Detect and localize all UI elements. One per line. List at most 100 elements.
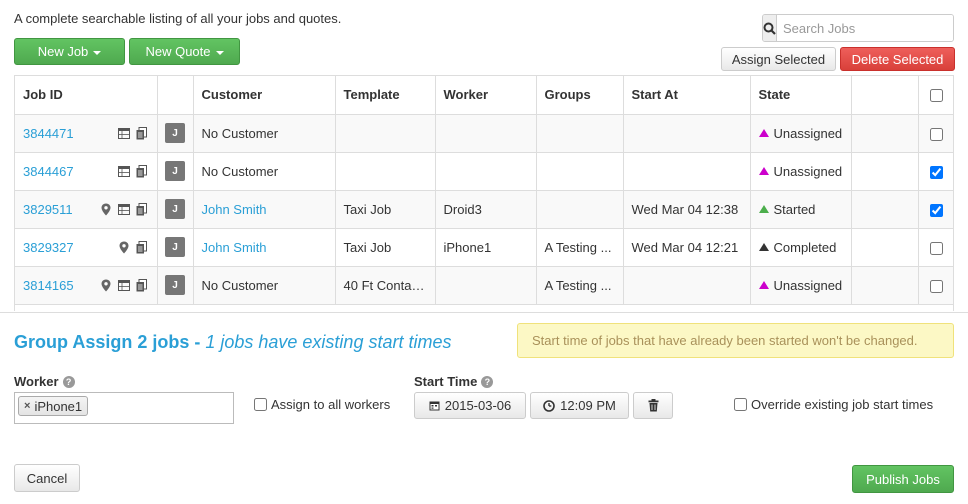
job-id-cell: 3814165 [15, 266, 158, 305]
header-job-id[interactable]: Job ID [15, 76, 158, 115]
jobs-table: Job ID Customer Template Worker Groups S… [14, 75, 954, 311]
remove-tag-icon[interactable]: × [24, 400, 30, 412]
state-triangle-icon [758, 242, 769, 251]
job-id-cell: 3829511 [15, 190, 158, 229]
calendar-icon[interactable] [117, 202, 131, 216]
search-box [762, 14, 954, 42]
customer-cell[interactable]: John Smith [193, 228, 336, 267]
group-assign-title: Group Assign 2 jobs - 1 jobs have existi… [14, 332, 451, 353]
worker-select[interactable]: × iPhone1 [14, 392, 234, 424]
extra-cell [851, 152, 919, 191]
assign-all-checkbox[interactable] [254, 398, 267, 411]
search-icon[interactable] [763, 15, 777, 41]
job-id-link[interactable]: 3814165 [23, 278, 99, 293]
header-select-all [918, 76, 953, 115]
clear-time-button[interactable] [633, 392, 673, 419]
new-quote-button[interactable]: New Quote [129, 38, 240, 65]
state-triangle-icon [758, 280, 769, 289]
assign-all-label: Assign to all workers [271, 397, 391, 412]
help-icon[interactable]: ? [481, 375, 494, 388]
worker-cell [435, 266, 537, 305]
copy-icon[interactable] [135, 164, 149, 178]
search-input[interactable] [777, 15, 953, 41]
warning-alert: Start time of jobs that have already bee… [517, 323, 954, 358]
table-row[interactable]: 3814165 J No Customer 40 Ft Container A Test… [15, 266, 953, 305]
state-cell: Started [750, 190, 852, 229]
job-type-badge: J [165, 123, 185, 143]
worker-tag-label: iPhone1 [34, 398, 83, 414]
row-select-checkbox[interactable] [930, 279, 944, 293]
header-start-at[interactable]: Start At [623, 76, 751, 115]
worker-tag: × iPhone1 [18, 396, 89, 416]
customer-cell: No Customer [193, 152, 336, 191]
extra-cell [851, 266, 919, 305]
header-customer[interactable]: Customer [193, 76, 336, 115]
copy-icon[interactable] [135, 202, 149, 216]
header-groups[interactable]: Groups [536, 76, 624, 115]
time-value: 12:09 PM [560, 398, 616, 413]
select-cell [918, 152, 953, 191]
delete-selected-button[interactable]: Delete Selected [840, 47, 955, 71]
customer-cell[interactable]: John Smith [193, 190, 336, 229]
job-id-link[interactable]: 3844467 [23, 164, 117, 179]
job-id-link[interactable]: 3844471 [23, 126, 117, 141]
override-checkbox[interactable] [734, 398, 747, 411]
copy-icon[interactable] [135, 126, 149, 140]
help-icon[interactable]: ? [62, 375, 75, 388]
template-cell [335, 152, 436, 191]
new-job-button[interactable]: New Job [14, 38, 125, 65]
trash-icon [648, 399, 658, 412]
row-action-icons [99, 278, 149, 292]
header-state[interactable]: State [750, 76, 852, 115]
state-triangle-icon [758, 166, 769, 175]
date-picker-button[interactable]: 2015-03-06 [414, 392, 526, 419]
select-all-checkbox[interactable] [930, 89, 944, 103]
table-row[interactable]: 3829511 J John Smith Taxi Job Droid3 Wed Mar … [15, 190, 953, 229]
state-label: Completed [773, 239, 837, 255]
row-select-checkbox[interactable] [930, 127, 944, 141]
start-at-cell [623, 152, 751, 191]
caret-down-icon [93, 50, 102, 55]
assign-selected-button[interactable]: Assign Selected [721, 47, 836, 71]
map-marker-icon[interactable] [117, 240, 131, 254]
job-id-link[interactable]: 3829511 [23, 202, 99, 217]
time-picker-button[interactable]: 12:09 PM [530, 392, 629, 419]
template-cell: 40 Ft Container [335, 266, 436, 305]
customer-cell: No Customer [193, 266, 336, 305]
job-id-link[interactable]: 3829327 [23, 240, 117, 255]
table-row[interactable]: 3829327 J John Smith Taxi Job iPhone1 A Testi… [15, 228, 953, 267]
table-row[interactable]: 3844467 J No Customer Unassigned [15, 152, 953, 191]
copy-icon[interactable] [135, 240, 149, 254]
job-type-badge: J [165, 199, 185, 219]
assign-all-option[interactable]: Assign to all workers [254, 397, 390, 412]
calendar-icon[interactable] [117, 126, 131, 140]
header-template[interactable]: Template [335, 76, 436, 115]
calendar-icon[interactable] [117, 278, 131, 292]
publish-jobs-button[interactable]: Publish Jobs [852, 465, 954, 493]
header-extra [851, 76, 919, 115]
type-cell: J [157, 266, 194, 305]
cancel-button[interactable]: Cancel [14, 464, 80, 492]
select-cell [918, 228, 953, 267]
state-triangle-icon [758, 128, 769, 137]
row-select-checkbox[interactable] [930, 241, 944, 255]
new-quote-label: New Quote [145, 44, 211, 59]
page-description: A complete searchable listing of all you… [14, 11, 342, 26]
table-row[interactable]: 3844471 J No Customer Unassigned [15, 114, 953, 153]
row-select-checkbox[interactable] [930, 203, 944, 217]
group-assign-subtitle: 1 jobs have existing start times [205, 332, 452, 352]
state-label: Started [773, 201, 816, 217]
header-worker[interactable]: Worker [435, 76, 537, 115]
state-triangle-icon [758, 204, 769, 213]
calendar-icon [429, 401, 440, 411]
select-cell [918, 190, 953, 229]
override-option[interactable]: Override existing job start times [734, 397, 933, 412]
row-select-checkbox[interactable] [930, 165, 944, 179]
copy-icon[interactable] [135, 278, 149, 292]
map-marker-icon[interactable] [99, 278, 113, 292]
worker-cell [435, 152, 537, 191]
extra-cell [851, 228, 919, 267]
map-marker-icon[interactable] [99, 202, 113, 216]
row-action-icons [117, 126, 149, 140]
calendar-icon[interactable] [117, 164, 131, 178]
